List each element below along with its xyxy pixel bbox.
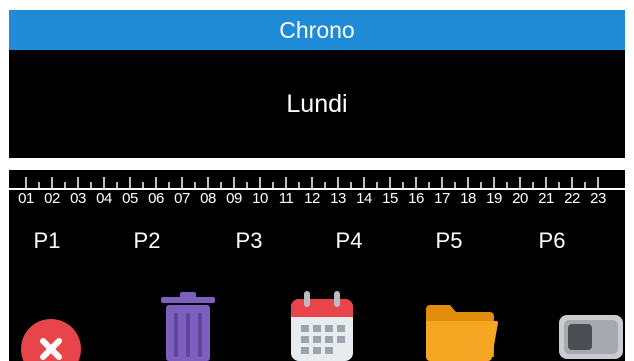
hour-label: 14 (356, 190, 372, 207)
period-label[interactable]: P6 (539, 228, 566, 254)
trash-icon (161, 292, 215, 361)
period-label[interactable]: P1 (34, 228, 61, 254)
folder-icon (426, 305, 498, 361)
hour-label: 09 (226, 190, 242, 207)
hour-label: 07 (174, 190, 190, 207)
hour-label: 11 (278, 190, 294, 207)
hour-label: 05 (122, 190, 138, 207)
close-button[interactable] (16, 311, 86, 361)
screen: Chrono Lundi 01 02 03 04 05 06 07 08 09 10 11 12 13 1… (9, 10, 625, 361)
hour-label: 15 (382, 190, 398, 207)
calendar-icon (291, 291, 353, 361)
day-display: Lundi (9, 50, 625, 158)
hour-label: 16 (408, 190, 424, 207)
separator-bar (9, 158, 625, 170)
hour-label: 03 (70, 190, 86, 207)
hour-label: 10 (252, 190, 268, 207)
app-title: Chrono (279, 16, 355, 43)
period-label[interactable]: P3 (236, 228, 263, 254)
hour-label: 08 (200, 190, 216, 207)
day-label: Lundi (286, 89, 348, 118)
hour-label: 12 (304, 190, 320, 207)
period-row: P1 P2 P3 P4 P5 P6 (9, 228, 625, 258)
hour-label: 18 (460, 190, 476, 207)
hour-timeline: 01 02 03 04 05 06 07 08 09 10 11 12 13 14 15 16 17 18 19 20… (9, 176, 625, 210)
hour-label: 22 (564, 190, 580, 207)
close-icon (21, 319, 81, 361)
hour-label: 02 (44, 190, 60, 207)
hour-labels: 01 02 03 04 05 06 07 08 09 10 11 12 13 14 15 16 17 18 19 20… (9, 190, 625, 210)
hour-label: 13 (330, 190, 346, 207)
hour-label: 04 (96, 190, 112, 207)
folder-button[interactable] (422, 303, 498, 361)
toggle-button[interactable] (558, 313, 624, 361)
hour-label: 23 (590, 190, 606, 207)
hour-label: 19 (486, 190, 502, 207)
period-label[interactable]: P4 (336, 228, 363, 254)
timeline-ticks (9, 177, 625, 190)
hour-label: 21 (538, 190, 554, 207)
hour-label: 20 (512, 190, 528, 207)
calendar-button[interactable] (289, 289, 355, 361)
hour-label: 17 (434, 190, 450, 207)
delete-button[interactable] (159, 291, 217, 361)
period-label[interactable]: P2 (134, 228, 161, 254)
title-bar: Chrono (9, 10, 625, 50)
hour-label: 06 (148, 190, 164, 207)
hour-label: 01 (18, 190, 34, 207)
period-label[interactable]: P5 (436, 228, 463, 254)
toggle-icon (559, 315, 623, 359)
